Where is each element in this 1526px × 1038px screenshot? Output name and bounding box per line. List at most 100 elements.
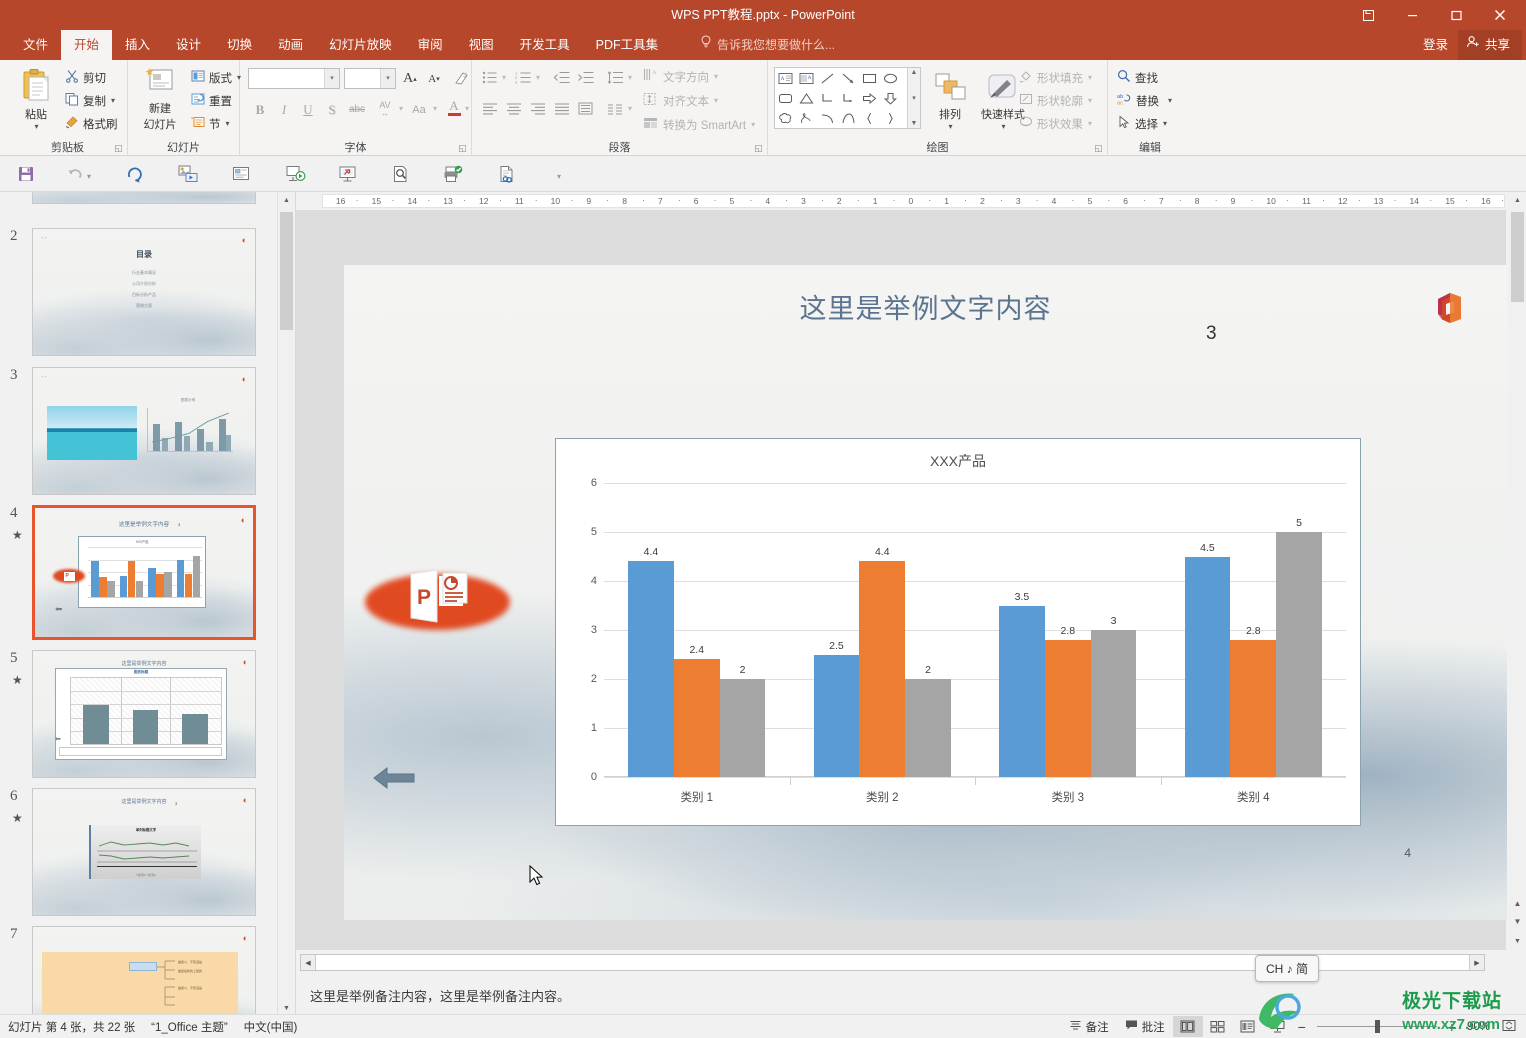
- chevron-down-icon[interactable]: ▾: [226, 119, 230, 128]
- from-current-slide-icon[interactable]: [283, 161, 309, 187]
- zoom-slider[interactable]: [1317, 1015, 1437, 1038]
- chevron-down-icon[interactable]: ▾: [399, 104, 403, 113]
- arrow-shape-icon[interactable]: [838, 68, 859, 88]
- scroll-up-icon[interactable]: ▲: [911, 69, 918, 76]
- list-item[interactable]: 图表示例 ◖ ⌁ ⌁: [32, 367, 256, 495]
- current-slide[interactable]: 这里是举例文字内容 3 4 P: [344, 265, 1507, 920]
- next-slide-icon[interactable]: ▼: [1509, 913, 1526, 930]
- scrollbar-thumb[interactable]: [280, 212, 293, 330]
- reset-button[interactable]: 重置: [188, 90, 235, 111]
- tab-slideshow[interactable]: 幻灯片放映: [316, 30, 405, 60]
- tab-home[interactable]: 开始: [61, 30, 112, 60]
- chevron-down-icon[interactable]: ▾: [433, 104, 437, 113]
- tell-me-search[interactable]: 告诉我您想要做什么...: [700, 30, 835, 60]
- zoom-level-label[interactable]: 90%: [1461, 1021, 1496, 1033]
- layout-button[interactable]: 版式 ▾: [188, 67, 244, 88]
- list-item[interactable]: 目录 行业基本情况公司介绍分析目标分析产品营销方案 ◖ ⌁ ⌁: [32, 228, 256, 356]
- chevron-down-icon[interactable]: ▾: [502, 73, 506, 82]
- chevron-down-icon[interactable]: ▾: [465, 104, 469, 113]
- tab-insert[interactable]: 插入: [112, 30, 163, 60]
- scroll-down-icon[interactable]: ▼: [1509, 933, 1526, 950]
- decrease-indent-button[interactable]: [550, 67, 573, 88]
- minimize-icon[interactable]: [1390, 0, 1434, 30]
- drawing-dialog-launcher[interactable]: ◱: [1093, 143, 1104, 154]
- page-title[interactable]: 这里是举例文字内容: [344, 287, 1507, 326]
- chart-bar[interactable]: [905, 679, 951, 777]
- chevron-down-icon[interactable]: ▾: [714, 72, 718, 81]
- paragraph-dialog-launcher[interactable]: ◱: [753, 143, 764, 154]
- tab-file[interactable]: 文件: [10, 30, 61, 60]
- align-right-button[interactable]: [526, 98, 549, 119]
- list-item[interactable]: [32, 192, 256, 204]
- start-from-beginning-icon[interactable]: [175, 161, 201, 187]
- justify-button[interactable]: [550, 98, 573, 119]
- change-case-button[interactable]: Aa: [406, 98, 432, 121]
- export-pdf-icon[interactable]: [494, 161, 520, 187]
- chart-bar[interactable]: [1230, 640, 1276, 777]
- normal-view-icon[interactable]: [1173, 1016, 1203, 1037]
- undo-dropdown-icon[interactable]: ▾: [87, 172, 91, 181]
- tab-view[interactable]: 视图: [456, 30, 507, 60]
- find-button[interactable]: 查找: [1114, 67, 1161, 88]
- clear-formatting-icon[interactable]: [450, 67, 474, 90]
- chevron-down-icon[interactable]: ▾: [1088, 119, 1092, 128]
- new-slide-icon[interactable]: [228, 161, 254, 187]
- chevron-down-icon[interactable]: ▾: [714, 96, 718, 105]
- present-online-icon[interactable]: [335, 161, 361, 187]
- fit-slide-to-window-icon[interactable]: [1496, 1019, 1522, 1035]
- clipboard-dialog-launcher[interactable]: ◱: [113, 143, 124, 154]
- sign-in-button[interactable]: 登录: [1413, 30, 1458, 60]
- close-icon[interactable]: [1478, 0, 1522, 30]
- cloud-callout-shape-icon[interactable]: [775, 108, 796, 128]
- chart-bar[interactable]: [1091, 630, 1137, 777]
- chevron-down-icon[interactable]: ▾: [13, 122, 60, 131]
- copy-button[interactable]: 复制 ▾: [62, 90, 118, 111]
- scroll-up-icon[interactable]: ▲: [278, 192, 295, 209]
- select-button[interactable]: 选择 ▾: [1114, 113, 1170, 134]
- list-item[interactable]: ◖ 描述人：不知道是描述最新的上层的 描述人：不知道是: [32, 926, 256, 1017]
- font-color-button[interactable]: A: [444, 96, 464, 119]
- shapes-gallery-scroll[interactable]: ▲ ▾ ▼: [907, 68, 920, 128]
- tab-developer[interactable]: 开发工具: [507, 30, 583, 60]
- more-shapes-icon[interactable]: ▼: [911, 120, 918, 127]
- theme-name[interactable]: “1_Office 主题”: [151, 1019, 227, 1035]
- chevron-down-icon[interactable]: ▾: [1088, 73, 1092, 82]
- tab-review[interactable]: 审阅: [405, 30, 456, 60]
- chart-object[interactable]: XXX产品 01234564.42.42类别 12.54.42类别 23.52.…: [555, 438, 1361, 826]
- list-item[interactable]: 这里是举例文字内容 3 ◖ 单列标题文字 ━系列1 ━系列2: [32, 788, 256, 916]
- restore-window-icon[interactable]: [1346, 0, 1390, 30]
- chevron-down-icon[interactable]: ▾: [628, 73, 632, 82]
- tab-transitions[interactable]: 切换: [214, 30, 265, 60]
- new-slide-button[interactable]: 新建 幻灯片: [132, 66, 188, 132]
- chevron-down-icon[interactable]: ▾: [1088, 96, 1092, 105]
- chevron-down-icon[interactable]: ▾: [1163, 119, 1167, 128]
- rounded-rectangle-shape-icon[interactable]: [775, 88, 796, 108]
- increase-indent-button[interactable]: [574, 67, 597, 88]
- text-shadow-button[interactable]: S: [320, 98, 344, 121]
- down-arrow-block-shape-icon[interactable]: [880, 88, 901, 108]
- shapes-gallery[interactable]: A A: [774, 67, 921, 129]
- oval-shape-icon[interactable]: [880, 68, 901, 88]
- triangle-shape-icon[interactable]: [796, 88, 817, 108]
- scroll-right-icon[interactable]: ▶: [1469, 955, 1484, 970]
- right-arrow-block-shape-icon[interactable]: [859, 88, 880, 108]
- undo-icon[interactable]: [62, 161, 88, 187]
- scroll-left-icon[interactable]: ◀: [301, 955, 316, 970]
- comments-toggle-button[interactable]: 批注: [1117, 1015, 1173, 1038]
- curve-shape-icon[interactable]: [817, 108, 838, 128]
- list-item-selected[interactable]: 这里是举例文字内容 3 ◖ XXX产品: [32, 505, 256, 640]
- chevron-down-icon[interactable]: ▾: [628, 104, 632, 113]
- convert-smartart-button[interactable]: 转换为 SmartArt ▾: [640, 114, 758, 135]
- underline-button[interactable]: U: [296, 98, 320, 121]
- shrink-font-button[interactable]: A▾: [422, 67, 446, 90]
- chart-bar[interactable]: [1276, 532, 1322, 777]
- replace-button[interactable]: abac 替换 ▾: [1114, 90, 1175, 111]
- elbow-arrow-connector-icon[interactable]: [838, 88, 859, 108]
- section-button[interactable]: 节 ▾: [188, 113, 233, 134]
- chevron-down-icon[interactable]: ▾: [324, 69, 339, 88]
- chevron-down-icon[interactable]: ▾: [912, 94, 916, 102]
- customize-qat-icon[interactable]: ▾: [557, 172, 561, 181]
- slide-count-info[interactable]: 幻灯片 第 4 张，共 22 张: [8, 1019, 135, 1035]
- line-shape-icon[interactable]: [817, 68, 838, 88]
- zoom-in-button[interactable]: +: [1443, 1019, 1461, 1035]
